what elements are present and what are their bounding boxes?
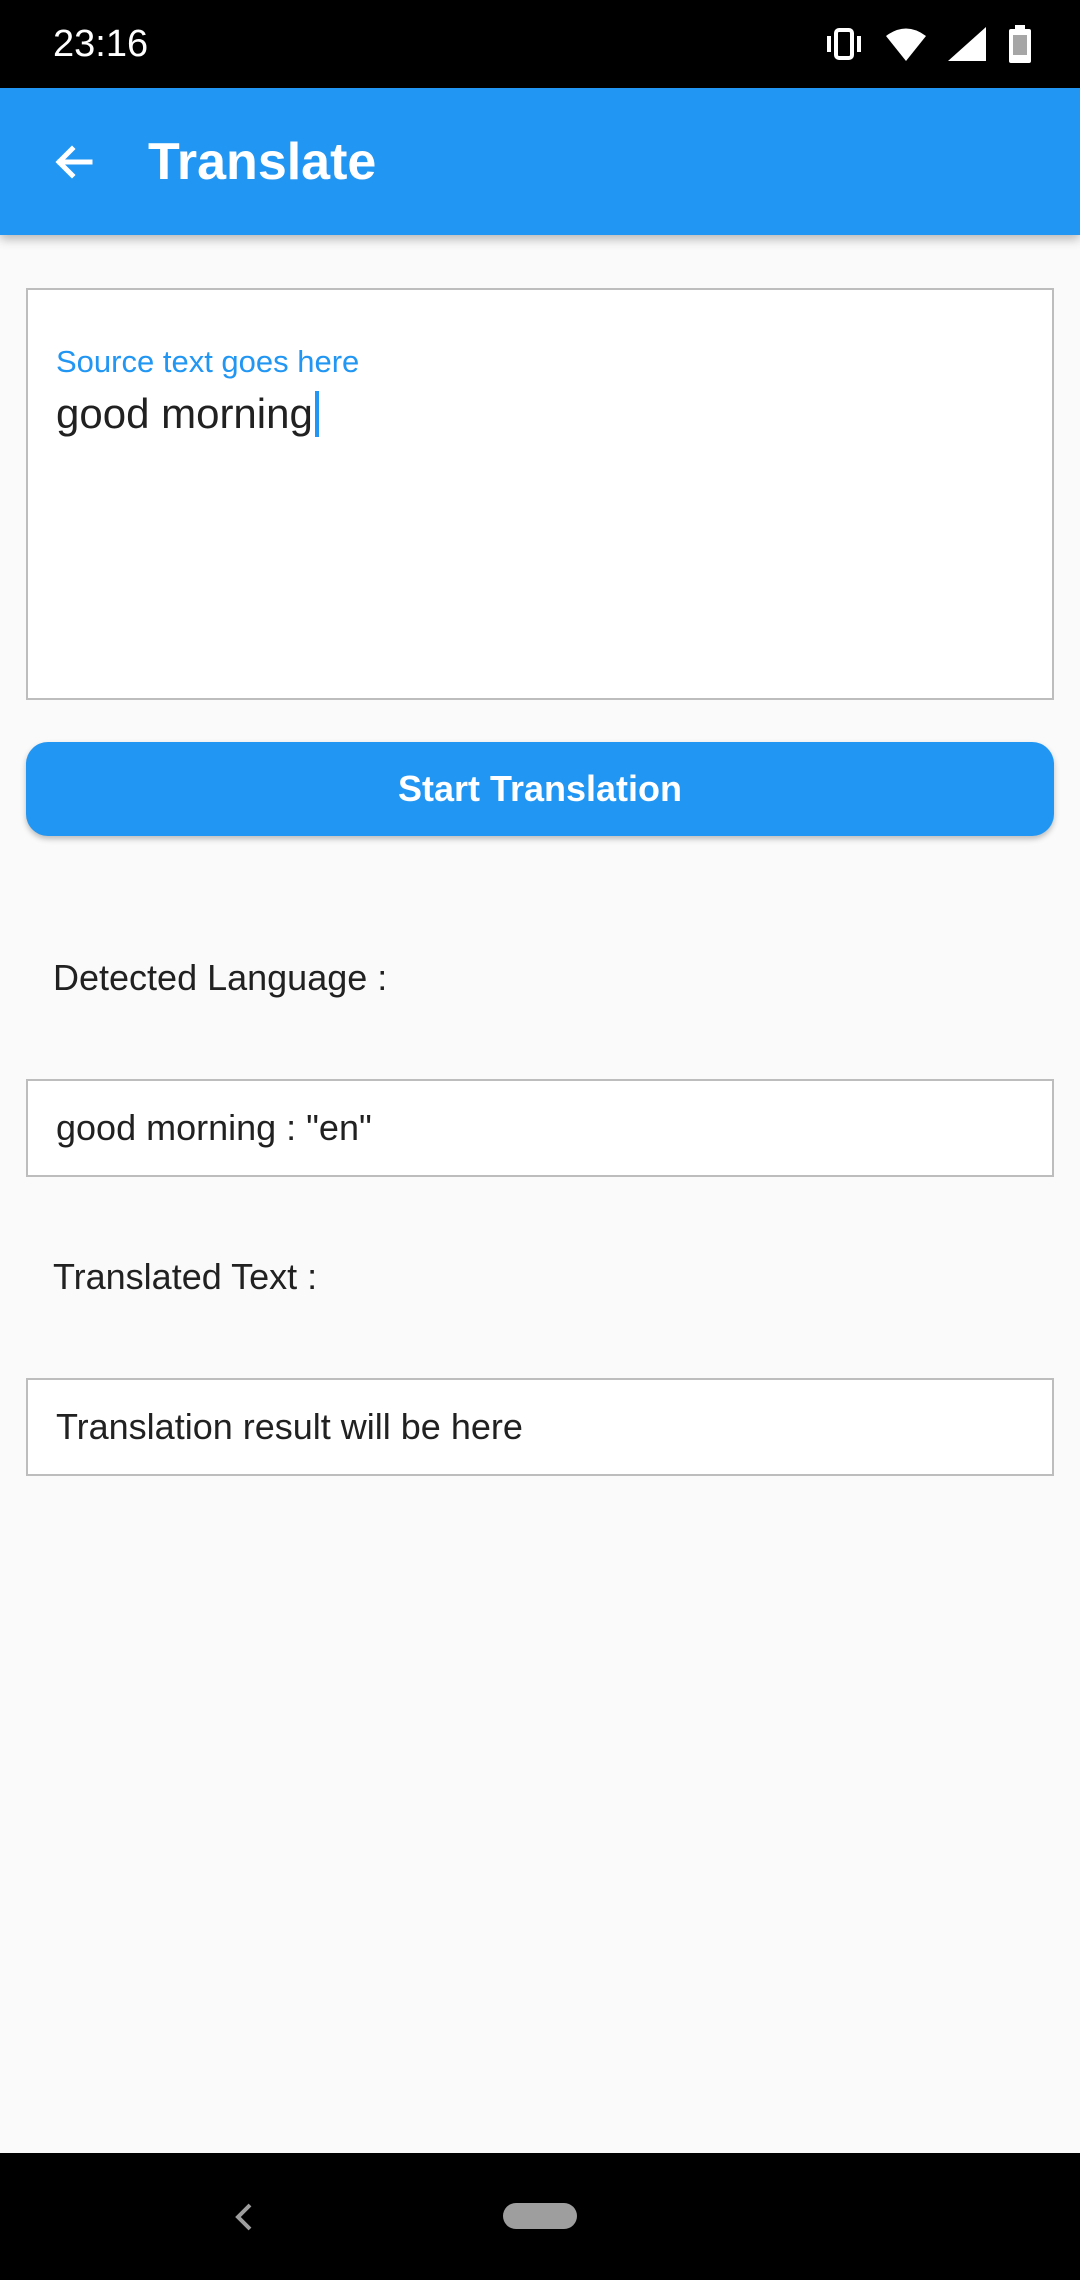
back-button[interactable] [36,124,112,200]
status-bar: 23:16 [0,0,1080,88]
status-icons [824,24,1032,64]
arrow-back-icon [55,145,93,179]
status-time: 23:16 [53,23,149,65]
text-caret [314,391,319,437]
source-text-field[interactable]: Source text goes here good morning [26,288,1054,700]
wifi-icon [886,28,926,61]
source-text-label: Source text goes here [56,344,360,379]
nav-back-icon [235,2203,252,2231]
signal-icon [948,27,986,61]
detected-language-box: good morning : "en" [26,1079,1054,1177]
app-bar: Translate [0,88,1080,235]
start-translation-button[interactable]: Start Translation [26,742,1054,836]
start-translation-label: Start Translation [397,768,683,809]
home-pill-icon[interactable] [503,2203,577,2229]
translated-text-box: Translation result will be here [26,1378,1054,1476]
nav-back-button[interactable] [224,2197,264,2237]
navigation-bar [0,2153,1080,2280]
detected-language-value: good morning : "en" [56,1107,372,1148]
translated-text-value: Translation result will be here [56,1406,523,1447]
battery-icon [1009,25,1031,63]
source-text-value-row[interactable]: good morning [56,386,319,442]
detected-language-label: Detected Language : [53,957,388,998]
translated-text-label: Translated Text : [53,1256,318,1297]
page-title: Translate [148,133,377,191]
vibrate-icon [827,28,861,60]
source-text-value: good morning [56,390,313,437]
